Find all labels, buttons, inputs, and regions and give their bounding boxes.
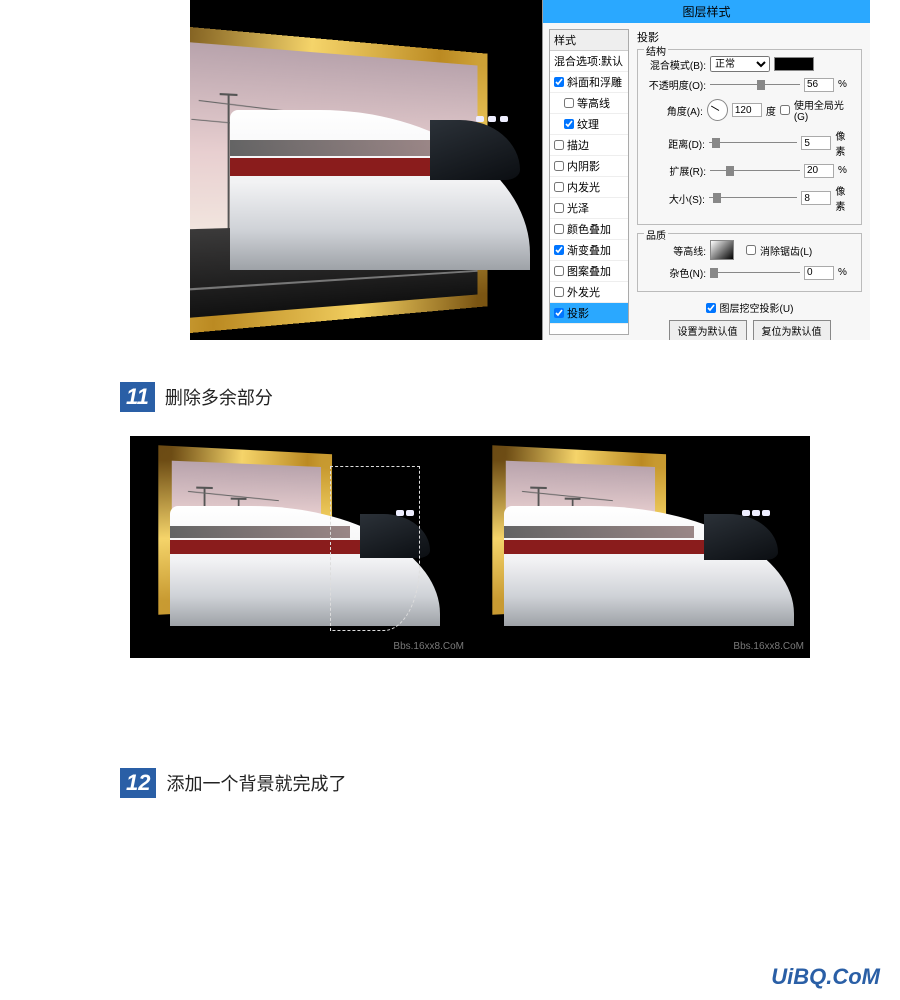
checkbox-icon[interactable] [554, 308, 564, 318]
distance-input[interactable] [801, 136, 831, 150]
group-label-structure: 结构 [644, 43, 668, 58]
style-item-drop-shadow[interactable]: 投影 [550, 303, 628, 324]
spread-input[interactable] [804, 164, 834, 178]
size-label: 大小(S): [644, 191, 705, 206]
style-item-texture[interactable]: 纹理 [550, 114, 628, 135]
styles-list: 样式 混合选项:默认 斜面和浮雕 等高线 纹理 描边 内阴影 内发光 光泽 颜色… [549, 29, 629, 335]
spread-unit: % [838, 165, 847, 176]
size-row: 大小(S): 像素 [644, 183, 855, 213]
style-item-inner-glow[interactable]: 内发光 [550, 177, 628, 198]
step-11-heading: 11 删除多余部分 [120, 382, 900, 412]
checkbox-icon[interactable] [554, 161, 564, 171]
noise-label: 杂色(N): [644, 265, 706, 280]
checkbox-icon[interactable] [554, 224, 564, 234]
checkbox-icon[interactable] [564, 98, 574, 108]
global-light-checkbox[interactable] [780, 105, 790, 115]
checkbox-icon[interactable] [554, 203, 564, 213]
opacity-input[interactable] [804, 78, 834, 92]
section-title: 投影 [637, 29, 862, 45]
contour-row: 等高线: 消除锯齿(L) [644, 240, 855, 260]
contour-label: 等高线: [644, 243, 706, 258]
step-12-heading: 12 添加一个背景就完成了 [120, 768, 900, 798]
knockout-label: 图层挖空投影(U) [720, 300, 794, 315]
step10-image: 图层样式 样式 混合选项:默认 斜面和浮雕 等高线 纹理 描边 内阴影 内发光 … [190, 0, 870, 340]
site-watermark: UiBQ.CoM [771, 964, 880, 990]
checkbox-icon[interactable] [554, 287, 564, 297]
blend-mode-label: 混合模式(B): [644, 57, 706, 72]
style-item-contour[interactable]: 等高线 [550, 93, 628, 114]
checkbox-icon[interactable] [554, 266, 564, 276]
step11-left-image: Bbs.16xx8.CoM [130, 436, 470, 658]
style-item-gradient-overlay[interactable]: 渐变叠加 [550, 240, 628, 261]
size-input[interactable] [801, 191, 831, 205]
noise-row: 杂色(N): % [644, 265, 855, 280]
watermark: Bbs.16xx8.CoM [733, 641, 804, 652]
style-item-outer-glow[interactable]: 外发光 [550, 282, 628, 303]
step11-right-image: Bbs.16xx8.CoM [470, 436, 810, 658]
style-item-satin[interactable]: 光泽 [550, 198, 628, 219]
checkbox-icon[interactable] [554, 245, 564, 255]
reset-default-button[interactable]: 复位为默认值 [753, 320, 831, 340]
step-12-text: 添加一个背景就完成了 [166, 770, 346, 796]
style-item-color-overlay[interactable]: 颜色叠加 [550, 219, 628, 240]
style-item-inner-shadow[interactable]: 内阴影 [550, 156, 628, 177]
spread-slider[interactable] [710, 166, 800, 176]
distance-label: 距离(D): [644, 136, 705, 151]
dialog-main: 投影 结构 混合模式(B): 正常 不透明度(O): % [629, 23, 870, 340]
train [230, 70, 570, 310]
selection-marquee [330, 466, 420, 631]
styles-list-header: 样式 [550, 30, 628, 51]
style-item-bevel[interactable]: 斜面和浮雕 [550, 72, 628, 93]
checkbox-icon[interactable] [554, 182, 564, 192]
distance-row: 距离(D): 像素 [644, 128, 855, 158]
blend-mode-select[interactable]: 正常 [710, 56, 770, 72]
distance-slider[interactable] [709, 138, 797, 148]
noise-input[interactable] [804, 266, 834, 280]
noise-slider[interactable] [710, 268, 800, 278]
checkbox-icon[interactable] [564, 119, 574, 129]
make-default-button[interactable]: 设置为默认值 [669, 320, 747, 340]
distance-unit: 像素 [835, 128, 855, 158]
opacity-unit: % [838, 79, 847, 90]
spread-label: 扩展(R): [644, 163, 706, 178]
structure-group: 结构 混合模式(B): 正常 不透明度(O): % [637, 49, 862, 225]
step-number-badge: 11 [120, 382, 155, 412]
step-11-text: 删除多余部分 [165, 384, 273, 410]
contour-picker[interactable] [710, 240, 734, 260]
angle-dial[interactable] [707, 99, 728, 121]
group-label-quality: 品质 [644, 227, 668, 242]
knockout-row: 图层挖空投影(U) [637, 300, 862, 315]
angle-unit: 度 [766, 103, 776, 118]
train [504, 476, 804, 646]
shadow-color-swatch[interactable] [774, 57, 814, 71]
style-item-blend-options[interactable]: 混合选项:默认 [550, 51, 628, 72]
size-slider[interactable] [709, 193, 797, 203]
noise-unit: % [838, 267, 847, 278]
checkbox-icon[interactable] [554, 140, 564, 150]
angle-row: 角度(A): 度 使用全局光(G) [644, 97, 855, 123]
spread-row: 扩展(R): % [644, 163, 855, 178]
blend-mode-row: 混合模式(B): 正常 [644, 56, 855, 72]
opacity-slider[interactable] [710, 80, 800, 90]
angle-label: 角度(A): [644, 103, 703, 118]
dialog-title: 图层样式 [543, 0, 870, 23]
watermark: Bbs.16xx8.CoM [393, 641, 464, 652]
opacity-row: 不透明度(O): % [644, 77, 855, 92]
global-light-label: 使用全局光(G) [794, 97, 855, 123]
layer-style-dialog: 图层样式 样式 混合选项:默认 斜面和浮雕 等高线 纹理 描边 内阴影 内发光 … [542, 0, 870, 340]
style-item-pattern-overlay[interactable]: 图案叠加 [550, 261, 628, 282]
style-item-stroke[interactable]: 描边 [550, 135, 628, 156]
angle-input[interactable] [732, 103, 762, 117]
size-unit: 像素 [835, 183, 855, 213]
step11-image-pair: Bbs.16xx8.CoM Bbs.16xx8.CoM [130, 436, 810, 658]
antialias-label: 消除锯齿(L) [760, 243, 812, 258]
knockout-checkbox[interactable] [706, 303, 716, 313]
opacity-label: 不透明度(O): [644, 77, 706, 92]
quality-group: 品质 等高线: 消除锯齿(L) 杂色(N): % [637, 233, 862, 292]
step-number-badge: 12 [120, 768, 156, 798]
antialias-checkbox[interactable] [746, 245, 756, 255]
checkbox-icon[interactable] [554, 77, 564, 87]
